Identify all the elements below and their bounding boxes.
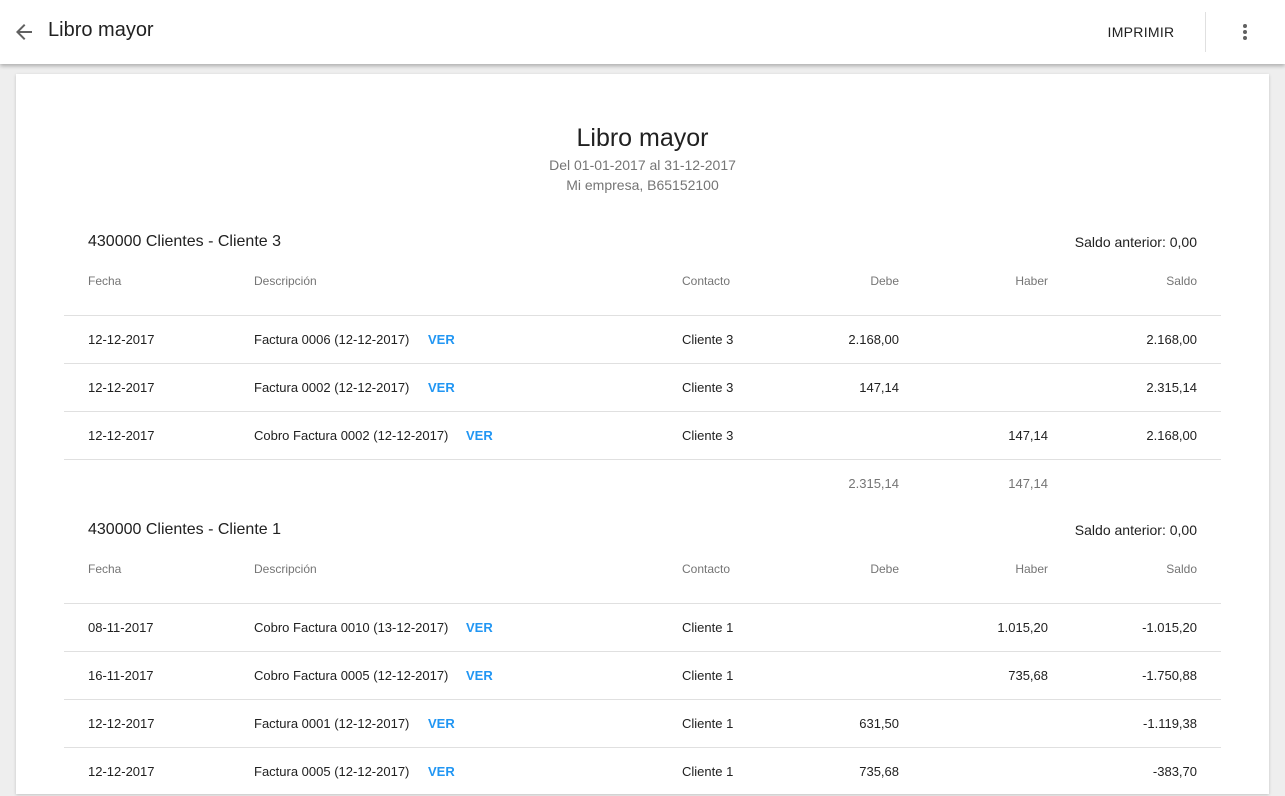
table-row: 16-11-2017 Cobro Factura 0005 (12-12-201… — [64, 651, 1221, 700]
row-debe — [784, 652, 899, 700]
row-debe: 735,68 — [859, 764, 899, 779]
row-fecha: 12-12-2017 — [88, 332, 155, 347]
row-haber: 147,14 — [1008, 428, 1048, 443]
col-fecha: Fecha — [88, 274, 122, 288]
row-debe: 2.168,00 — [848, 332, 899, 347]
row-haber — [934, 748, 1048, 796]
ver-link[interactable]: VER — [428, 364, 455, 412]
report-title: Libro mayor — [576, 124, 709, 152]
row-descripcion: Cobro Factura 0005 (12-12-2017) — [254, 668, 449, 683]
row-descripcion: Factura 0001 (12-12-2017) — [254, 716, 410, 731]
more-vert-icon[interactable] — [1233, 20, 1257, 44]
row-debe: 147,14 — [859, 380, 899, 395]
row-contacto: Cliente 1 — [682, 716, 734, 731]
ver-link[interactable]: VER — [466, 604, 493, 652]
row-fecha: 08-11-2017 — [88, 620, 154, 635]
row-debe — [784, 412, 899, 460]
row-haber — [934, 364, 1048, 412]
row-saldo: -383,70 — [1152, 764, 1197, 779]
table-row: 12-12-2017 Factura 0001 (12-12-2017) VER… — [64, 699, 1221, 748]
row-haber — [934, 700, 1048, 748]
row-descripcion: Cobro Factura 0002 (12-12-2017) — [254, 428, 449, 443]
col-saldo: Saldo — [1166, 562, 1197, 576]
row-contacto: Cliente 3 — [682, 428, 734, 443]
row-descripcion: Factura 0002 (12-12-2017) — [254, 380, 410, 395]
row-saldo: -1.750,88 — [1142, 668, 1197, 683]
row-fecha: 12-12-2017 — [88, 380, 155, 395]
row-fecha: 12-12-2017 — [88, 428, 155, 443]
table-row: 12-12-2017 Factura 0002 (12-12-2017) VER… — [64, 363, 1221, 412]
col-saldo: Saldo — [1166, 274, 1197, 288]
print-button[interactable]: IMPRIMIR — [1095, 18, 1187, 46]
app-title: Libro mayor — [48, 19, 154, 41]
row-contacto: Cliente 3 — [682, 380, 734, 395]
row-descripcion: Cobro Factura 0010 (13-12-2017) — [254, 620, 449, 635]
row-haber: 1.015,20 — [997, 620, 1048, 635]
saldo-anterior: Saldo anterior: 0,00 — [1074, 234, 1197, 250]
col-descripcion: Descripción — [254, 274, 317, 288]
report-period: Del 01-01-2017 al 31-12-2017 — [549, 157, 736, 173]
saldo-anterior: Saldo anterior: 0,00 — [1074, 522, 1197, 538]
col-debe: Debe — [870, 562, 899, 576]
report-sheet: Libro mayor Del 01-01-2017 al 31-12-2017… — [16, 74, 1269, 794]
ver-link[interactable]: VER — [466, 652, 493, 700]
row-descripcion: Factura 0005 (12-12-2017) — [254, 764, 410, 779]
table-header: Fecha Descripción Contacto Debe Haber Sa… — [64, 257, 1221, 305]
ver-link[interactable]: VER — [428, 700, 455, 748]
col-descripcion: Descripción — [254, 562, 317, 576]
row-contacto: Cliente 1 — [682, 668, 734, 683]
col-haber: Haber — [1015, 274, 1048, 288]
row-fecha: 12-12-2017 — [88, 716, 155, 731]
total-haber: 147,14 — [1008, 476, 1048, 491]
row-saldo: 2.315,14 — [1146, 380, 1197, 395]
row-saldo: -1.119,38 — [1143, 716, 1197, 731]
row-contacto: Cliente 1 — [682, 764, 734, 779]
table-row: 08-11-2017 Cobro Factura 0010 (13-12-201… — [64, 603, 1221, 652]
total-debe: 2.315,14 — [848, 476, 899, 491]
col-debe: Debe — [870, 274, 899, 288]
table-row: 12-12-2017 Factura 0005 (12-12-2017) VER… — [64, 747, 1221, 796]
ver-link[interactable]: VER — [466, 412, 493, 460]
account-title: 430000 Clientes - Cliente 3 — [88, 233, 282, 250]
col-fecha: Fecha — [88, 562, 122, 576]
table-header: Fecha Descripción Contacto Debe Haber Sa… — [64, 545, 1221, 593]
report-company: Mi empresa, B65152100 — [566, 177, 719, 193]
col-haber: Haber — [1015, 562, 1048, 576]
row-saldo: -1.015,20 — [1142, 620, 1197, 635]
account-title: 430000 Clientes - Cliente 1 — [88, 521, 282, 538]
table-row: 12-12-2017 Cobro Factura 0002 (12-12-201… — [64, 411, 1221, 460]
row-haber: 735,68 — [1008, 668, 1048, 683]
row-fecha: 12-12-2017 — [88, 764, 155, 779]
totals-row: 2.315,14 147,14 — [64, 459, 1221, 508]
row-debe: 631,50 — [859, 716, 899, 731]
row-debe — [784, 604, 899, 652]
row-haber — [934, 316, 1048, 364]
row-contacto: Cliente 1 — [682, 620, 734, 635]
row-saldo: 2.168,00 — [1146, 428, 1197, 443]
row-fecha: 16-11-2017 — [88, 668, 154, 683]
back-arrow-icon[interactable] — [12, 20, 36, 44]
app-bar: Libro mayor IMPRIMIR — [0, 0, 1285, 64]
table-row: 12-12-2017 Factura 0006 (12-12-2017) VER… — [64, 315, 1221, 364]
col-contacto: Contacto — [682, 562, 731, 576]
col-contacto: Contacto — [682, 274, 731, 288]
ver-link[interactable]: VER — [428, 316, 455, 364]
row-saldo: 2.168,00 — [1146, 332, 1197, 347]
row-descripcion: Factura 0006 (12-12-2017) — [254, 332, 410, 347]
row-contacto: Cliente 3 — [682, 332, 734, 347]
ver-link[interactable]: VER — [428, 748, 455, 796]
toolbar-divider — [1205, 12, 1206, 52]
